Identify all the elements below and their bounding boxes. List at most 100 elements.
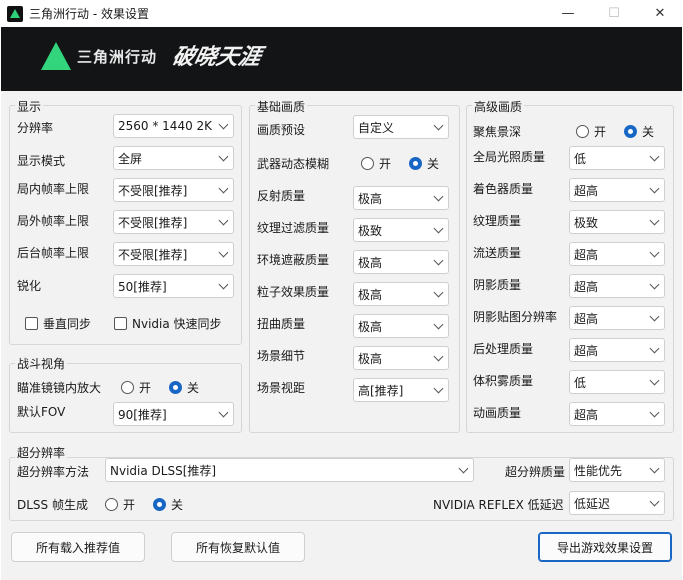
distortion-select[interactable]: 极高: [353, 314, 449, 338]
fps-out-match-select[interactable]: 不受限[推荐]: [113, 210, 234, 234]
chevron-down-icon: [649, 311, 660, 322]
scene-detail-select[interactable]: 极高: [353, 346, 449, 370]
shadow-value: 超高: [574, 279, 599, 294]
radio-off-label: 关: [427, 157, 440, 171]
display-mode-select[interactable]: 全屏: [113, 146, 234, 170]
depth-of-field-off-radio[interactable]: 关: [624, 123, 654, 140]
sr-quality-value: 性能优先: [574, 463, 623, 478]
chevron-down-icon: [649, 496, 660, 507]
global-illumination-select[interactable]: 低: [569, 146, 665, 170]
radio-circle: [105, 498, 118, 511]
texture-filter-label: 纹理过滤质量: [257, 221, 330, 235]
chevron-down-icon: [218, 215, 229, 226]
chevron-down-icon: [218, 279, 229, 290]
shader-label: 着色器质量: [473, 182, 534, 196]
restore-defaults-button[interactable]: 所有恢复默认值: [171, 532, 305, 562]
scope-zoom-on-radio[interactable]: 开: [121, 379, 151, 396]
window-title: 三角洲行动 - 效果设置: [29, 7, 149, 21]
texture-label: 纹理质量: [473, 214, 522, 228]
chevron-down-icon: [433, 383, 444, 394]
chevron-down-icon: [218, 183, 229, 194]
scope-zoom-off-radio[interactable]: 关: [169, 379, 199, 396]
shader-select[interactable]: 超高: [569, 178, 665, 202]
chevron-down-icon: [433, 287, 444, 298]
animation-label: 动画质量: [473, 406, 522, 420]
dlss-frame-gen-on-radio[interactable]: 开: [105, 496, 135, 513]
sharpen-select[interactable]: 50[推荐]: [113, 274, 234, 298]
maximize-button[interactable]: ☐: [591, 0, 637, 27]
close-button[interactable]: ✕: [637, 0, 683, 27]
shadow-map-res-select[interactable]: 超高: [569, 306, 665, 330]
view-distance-label: 场景视距: [257, 381, 306, 395]
fps-background-select[interactable]: 不受限[推荐]: [113, 242, 234, 266]
post-process-label: 后处理质量: [473, 342, 534, 356]
radio-on-label: 开: [123, 498, 136, 512]
nvidia-fastsync-checkbox[interactable]: Nvidia 快速同步: [114, 315, 222, 332]
close-icon: ✕: [654, 6, 666, 21]
scope-zoom-label: 瞄准镜镜内放大: [17, 381, 102, 395]
particle-select[interactable]: 极高: [353, 282, 449, 306]
streaming-select[interactable]: 超高: [569, 242, 665, 266]
chevron-down-icon: [218, 247, 229, 258]
radio-circle: [576, 125, 589, 138]
weapon-blur-off-radio[interactable]: 关: [409, 155, 439, 172]
game-logo: 三角洲行动: [41, 42, 157, 70]
animation-value: 超高: [574, 407, 599, 422]
advanced-quality-group-title: 高级画质: [472, 98, 525, 115]
combat-view-group-title: 战斗视角: [15, 355, 68, 372]
ambient-occlusion-select[interactable]: 极高: [353, 250, 449, 274]
minimize-icon: —: [561, 6, 575, 21]
sr-quality-select[interactable]: 性能优先: [569, 458, 665, 482]
radio-on-label: 开: [139, 381, 152, 395]
chevron-down-icon: [433, 255, 444, 266]
minimize-button[interactable]: —: [545, 0, 591, 27]
fps-in-match-label: 局内帧率上限: [17, 182, 90, 196]
radio-on-label: 开: [594, 125, 607, 139]
scene-detail-value: 极高: [358, 351, 383, 366]
super-resolution-group-title: 超分辨率: [15, 444, 68, 461]
resolution-value: 2560 * 1440 2K: [118, 119, 213, 133]
radio-on-label: 开: [379, 157, 392, 171]
radio-circle-selected: [624, 125, 637, 138]
chevron-down-icon: [649, 279, 660, 290]
resolution-select[interactable]: 2560 * 1440 2K: [113, 114, 234, 138]
sr-method-label: 超分辨率方法: [17, 465, 90, 479]
dlss-frame-gen-off-radio[interactable]: 关: [153, 496, 183, 513]
default-fov-select[interactable]: 90[推荐]: [113, 402, 234, 426]
particle-label: 粒子效果质量: [257, 285, 330, 299]
load-recommended-button[interactable]: 所有载入推荐值: [11, 532, 145, 562]
shadow-select[interactable]: 超高: [569, 274, 665, 298]
texture-filter-select[interactable]: 极致: [353, 218, 449, 242]
depth-of-field-on-radio[interactable]: 开: [576, 123, 606, 140]
radio-circle: [361, 157, 374, 170]
chevron-down-icon: [649, 247, 660, 258]
animation-select[interactable]: 超高: [569, 402, 665, 426]
post-process-select[interactable]: 超高: [569, 338, 665, 362]
reflection-select[interactable]: 极高: [353, 186, 449, 210]
volumetric-fog-select[interactable]: 低: [569, 370, 665, 394]
delta-logo-icon: [41, 42, 71, 70]
default-fov-label: 默认FOV: [17, 405, 66, 419]
chevron-down-icon: [649, 463, 660, 474]
vsync-checkbox[interactable]: 垂直同步: [25, 315, 91, 332]
radio-off-label: 关: [187, 381, 200, 395]
reflex-select[interactable]: 低延迟: [569, 491, 665, 515]
view-distance-select[interactable]: 高[推荐]: [353, 378, 449, 402]
chevron-down-icon: [649, 183, 660, 194]
calligraphy-logo: 破晓天涯: [169, 44, 264, 70]
texture-select[interactable]: 极致: [569, 210, 665, 234]
fps-in-match-select[interactable]: 不受限[推荐]: [113, 178, 234, 202]
header-banner: 三角洲行动 破晓天涯: [1, 27, 682, 91]
chevron-down-icon: [649, 407, 660, 418]
sr-method-select[interactable]: Nvidia DLSS[推荐]: [105, 458, 474, 482]
chevron-down-icon: [458, 463, 469, 474]
reflex-label: NVIDIA REFLEX 低延迟: [433, 498, 564, 512]
weapon-blur-on-radio[interactable]: 开: [361, 155, 391, 172]
export-settings-button[interactable]: 导出游戏效果设置: [538, 532, 672, 562]
radio-circle-selected: [153, 498, 166, 511]
distortion-label: 扭曲质量: [257, 317, 306, 331]
particle-value: 极高: [358, 287, 383, 302]
preset-select[interactable]: 自定义: [353, 115, 449, 139]
shadow-map-res-label: 阴影贴图分辨率: [473, 310, 558, 324]
chevron-down-icon: [649, 375, 660, 386]
